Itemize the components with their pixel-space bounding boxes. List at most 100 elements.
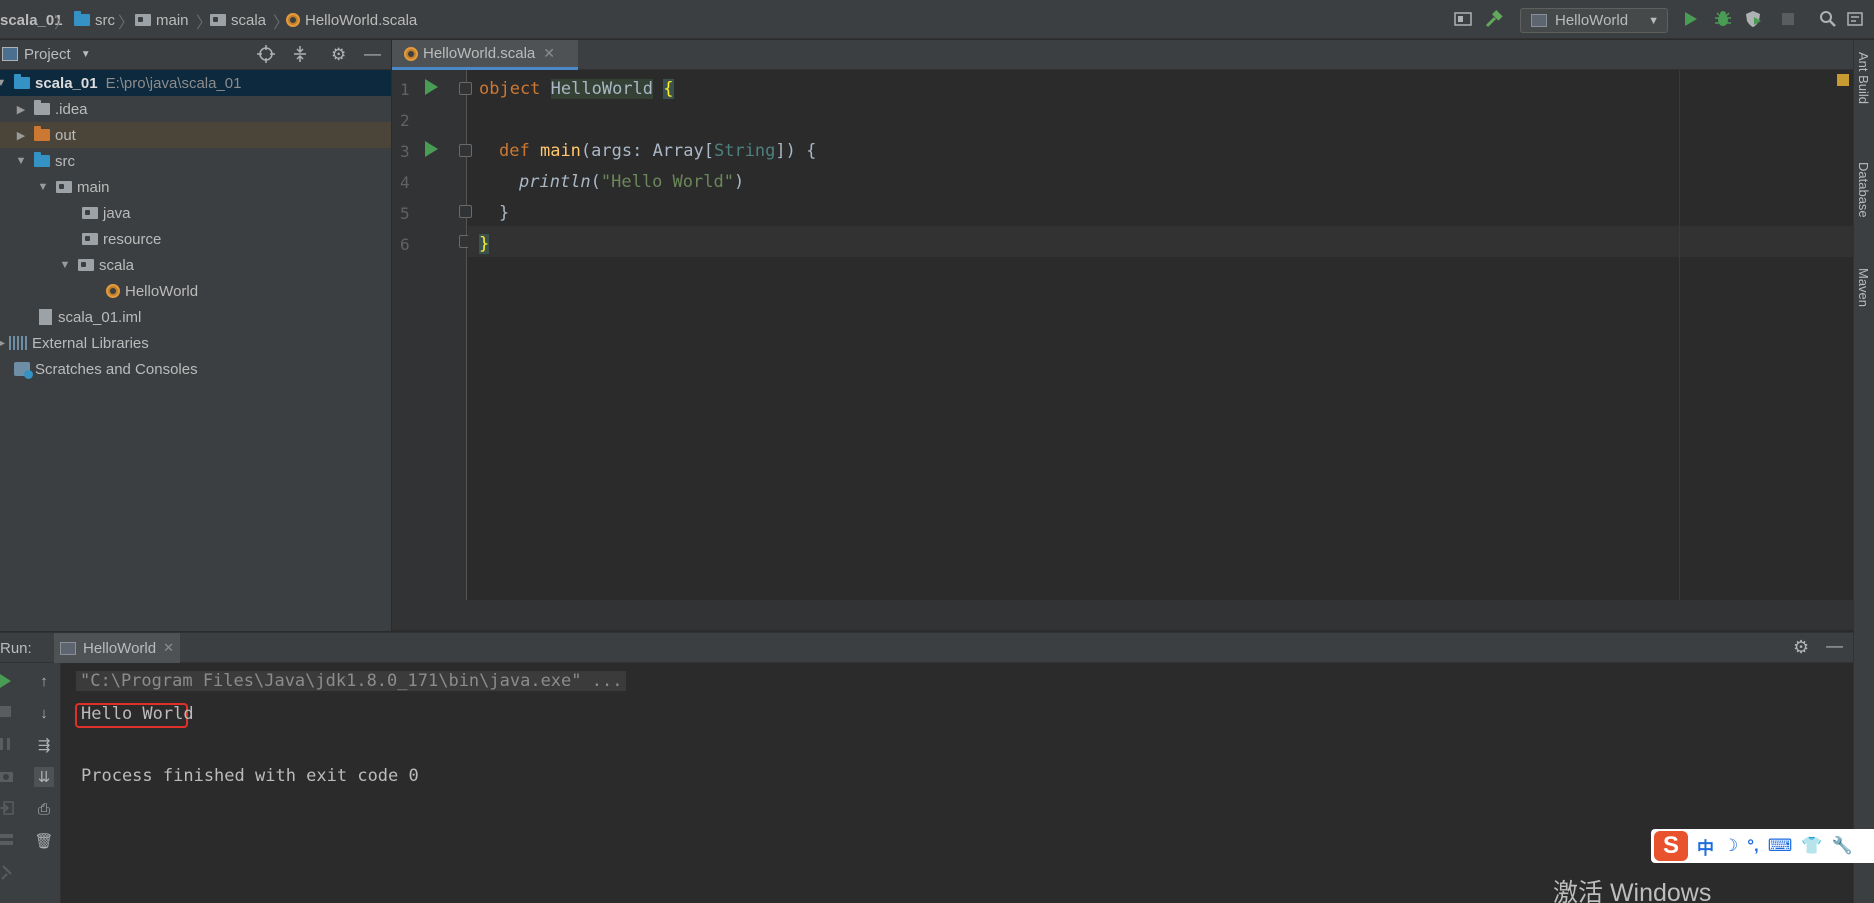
editor-tab-bar: HelloWorld.scala ✕	[392, 40, 1853, 70]
tree-item-label: External Libraries	[32, 334, 149, 352]
code-editor[interactable]: object HelloWorld { def main(args: Array…	[468, 70, 1675, 600]
up-arrow-icon[interactable]: ↑	[34, 671, 54, 691]
gear-icon[interactable]: ⚙	[1793, 637, 1809, 658]
pause-icon[interactable]	[0, 737, 12, 755]
run-icon[interactable]	[1681, 9, 1701, 29]
right-margin-guide	[1679, 70, 1680, 600]
scroll-to-end-icon[interactable]: ⇊	[34, 767, 54, 787]
ime-toolbar[interactable]: S 中 ☽ °, ⌨ 👕 🔧	[1651, 829, 1874, 863]
project-view-selector[interactable]: Project ▼	[24, 46, 91, 63]
debug-icon[interactable]	[1713, 9, 1733, 29]
chevron-down-icon: ▼	[1648, 14, 1659, 27]
chevron-down-icon: ▼	[80, 49, 91, 60]
tab-helloworld-scala[interactable]: HelloWorld.scala ✕	[392, 40, 578, 70]
skin-icon[interactable]: 👕	[1801, 836, 1822, 856]
wrench-icon[interactable]: 🔧	[1832, 836, 1853, 856]
expand-toggle-icon[interactable]: ▼	[14, 155, 28, 167]
expand-toggle-icon[interactable]: ▼	[0, 77, 8, 89]
expand-toggle-icon[interactable]: ▶	[14, 129, 28, 142]
soft-wrap-icon[interactable]: ⇶	[34, 735, 54, 755]
breadcrumb-src[interactable]: src	[74, 10, 115, 30]
tree-item-out[interactable]: ▶ out	[0, 122, 391, 148]
build-hammer-icon[interactable]	[1484, 9, 1504, 29]
scala-object-icon	[106, 284, 120, 298]
folder-icon	[34, 100, 50, 115]
tree-item-scala-01[interactable]: ▼ scala_01 E:\pro\java\scala_01	[0, 70, 391, 96]
moon-icon[interactable]: ☽	[1723, 836, 1738, 856]
project-panel-header: Project ▼ ⚙ —	[0, 40, 391, 70]
ant-build-tool-button[interactable]: Ant Build	[1856, 52, 1871, 104]
layout-icon[interactable]	[0, 833, 14, 851]
pin-icon[interactable]	[0, 865, 14, 885]
search-icon[interactable]	[1818, 9, 1838, 29]
code-token: "Hello World"	[600, 172, 734, 192]
tree-item-scratches[interactable]: Scratches and Consoles	[0, 356, 391, 382]
camera-icon[interactable]	[0, 769, 14, 787]
warning-marker-icon[interactable]	[1837, 74, 1849, 86]
code-line-5: }	[499, 203, 510, 223]
console-output[interactable]: "C:\Program Files\Java\jdk1.8.0_171\bin\…	[62, 663, 1853, 903]
run-configuration-dropdown[interactable]: HelloWorld ▼	[1520, 8, 1668, 33]
maven-tool-button[interactable]: Maven	[1856, 268, 1871, 307]
package-icon	[82, 233, 98, 245]
hide-panel-icon[interactable]: —	[1826, 636, 1843, 656]
login-icon[interactable]	[0, 801, 14, 819]
tree-item-java[interactable]: java	[0, 200, 391, 226]
tree-item-main[interactable]: ▼ main	[0, 174, 391, 200]
stop-icon[interactable]	[0, 705, 12, 722]
keyboard-icon[interactable]: ⌨	[1768, 836, 1793, 856]
line-number: 4	[400, 173, 410, 192]
punctuation-icon[interactable]: °,	[1747, 836, 1759, 856]
close-icon[interactable]: ✕	[543, 45, 555, 62]
package-icon	[56, 181, 72, 193]
coverage-icon[interactable]	[1743, 9, 1763, 29]
tree-item-external-libraries[interactable]: ▸ External Libraries	[0, 330, 391, 356]
tree-item-idea[interactable]: ▶ .idea	[0, 96, 391, 122]
tree-item-iml[interactable]: scala_01.iml	[0, 304, 391, 330]
structure-icon[interactable]	[1845, 9, 1865, 29]
close-icon[interactable]: ✕	[163, 640, 174, 656]
breadcrumb-scala[interactable]: scala	[210, 10, 266, 30]
folder-icon	[74, 11, 90, 26]
database-tool-button[interactable]: Database	[1856, 162, 1871, 218]
code-line-6: }	[479, 234, 490, 254]
tree-item-src[interactable]: ▼ src	[0, 148, 391, 174]
libraries-icon	[9, 336, 28, 350]
editor-gutter: 1 2 3 4 5 6	[392, 70, 472, 600]
tree-item-label: java	[103, 204, 131, 222]
tool-label: Ant Build	[1856, 52, 1871, 105]
locate-icon[interactable]	[257, 45, 275, 67]
run-gutter-icon[interactable]	[425, 141, 438, 157]
rerun-icon[interactable]	[0, 673, 12, 693]
print-icon[interactable]: ⎙	[34, 799, 54, 819]
project-structure-icon[interactable]	[1453, 9, 1473, 29]
line-number: 5	[400, 204, 410, 223]
chinese-mode-icon[interactable]: 中	[1697, 834, 1714, 859]
tree-item-label: Scratches and Consoles	[35, 360, 198, 378]
trash-icon[interactable]: 🗑	[34, 831, 54, 851]
tree-item-helloworld[interactable]: HelloWorld	[0, 278, 391, 304]
gear-icon[interactable]: ⚙	[331, 45, 346, 65]
down-arrow-icon[interactable]: ↓	[34, 703, 54, 723]
expand-toggle-icon[interactable]: ▼	[58, 259, 72, 271]
hide-panel-icon[interactable]: —	[364, 44, 381, 64]
console-command-line: "C:\Program Files\Java\jdk1.8.0_171\bin\…	[76, 671, 627, 691]
run-panel-label: Run:	[0, 640, 32, 657]
tree-item-label: .idea	[55, 100, 88, 118]
expand-toggle-icon[interactable]: ▼	[36, 181, 50, 193]
tree-item-label: main	[77, 178, 110, 196]
breadcrumb-label: HelloWorld.scala	[305, 11, 418, 29]
run-tab-helloworld[interactable]: HelloWorld ✕	[54, 633, 180, 663]
expand-toggle-icon[interactable]: ▶	[14, 103, 28, 116]
run-gutter-icon[interactable]	[425, 79, 438, 95]
expand-toggle-icon[interactable]: ▸	[0, 338, 5, 349]
tree-item-resource[interactable]: resource	[0, 226, 391, 252]
collapse-all-icon[interactable]	[291, 45, 309, 67]
code-token: )	[733, 172, 745, 192]
run-config-label: HelloWorld	[1555, 12, 1629, 29]
breadcrumb-file[interactable]: HelloWorld.scala	[286, 10, 417, 30]
tree-item-scala[interactable]: ▼ scala	[0, 252, 391, 278]
stop-icon[interactable]	[1778, 9, 1798, 29]
breadcrumb-main[interactable]: main	[135, 10, 189, 30]
scala-object-icon	[286, 13, 300, 27]
